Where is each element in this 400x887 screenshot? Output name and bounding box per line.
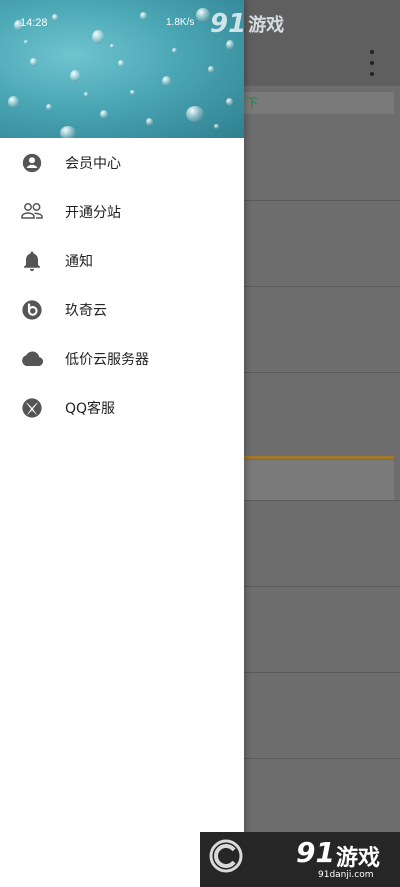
list-divider: [244, 500, 400, 501]
progress-accent-line: [244, 456, 394, 459]
bell-icon: [20, 249, 44, 273]
watermark-url: 91danji.com: [318, 870, 374, 880]
menu-item-member-center[interactable]: 会员中心: [0, 138, 244, 187]
screen: 下 会员中心 开通分站 通知 玖奇云 低价云服务器 QQ客服 14:28 1.8…: [0, 0, 400, 887]
list-divider: [244, 372, 400, 373]
list-divider: [244, 286, 400, 287]
watermark-brand-number: 91: [296, 836, 335, 869]
more-options-icon[interactable]: [362, 50, 382, 76]
menu-item-label: 开通分站: [65, 204, 121, 221]
navigation-drawer: 会员中心 开通分站 通知 玖奇云 低价云服务器 QQ客服: [0, 0, 244, 887]
drawer-menu: 会员中心 开通分站 通知 玖奇云 低价云服务器 QQ客服: [0, 138, 244, 432]
cloud-icon: [20, 347, 44, 371]
list-divider: [244, 200, 400, 201]
people-outline-icon: [20, 200, 44, 224]
menu-item-label: QQ客服: [65, 400, 116, 417]
status-time: 14:28: [20, 17, 48, 29]
menu-item-label: 玖奇云: [65, 302, 107, 319]
xbox-logo-icon: [20, 396, 44, 420]
menu-item-label: 会员中心: [65, 155, 121, 172]
menu-item-notifications[interactable]: 通知: [0, 236, 244, 285]
status-network-speed: 1.8K/s: [166, 17, 195, 28]
watermark-brand-number: 91: [210, 9, 247, 39]
list-divider: [244, 758, 400, 759]
account-circle-icon: [20, 151, 44, 175]
watermark-top: 91 游戏: [210, 8, 284, 40]
menu-item-cheap-cloud-server[interactable]: 低价云服务器: [0, 334, 244, 383]
menu-item-open-substation[interactable]: 开通分站: [0, 187, 244, 236]
status-bar: 14:28 1.8K/s: [0, 0, 400, 44]
background-tab-strip: 下: [244, 92, 394, 114]
menu-item-jiuqi-cloud[interactable]: 玖奇云: [0, 285, 244, 334]
background-section-band: [244, 460, 394, 500]
watermark-bottom: 91 游戏 91danji.com: [200, 832, 400, 887]
watermark-brand-name: 游戏: [336, 846, 381, 871]
menu-item-label: 低价云服务器: [65, 351, 149, 368]
watermark-brand-name: 游戏: [248, 15, 285, 36]
list-divider: [244, 672, 400, 673]
menu-item-qq-support[interactable]: QQ客服: [0, 383, 244, 432]
beats-logo-icon: [20, 298, 44, 322]
list-divider: [244, 586, 400, 587]
menu-item-label: 通知: [65, 253, 93, 270]
background-tab-label: 下: [246, 96, 259, 110]
watermark-logo-icon: [209, 839, 243, 873]
